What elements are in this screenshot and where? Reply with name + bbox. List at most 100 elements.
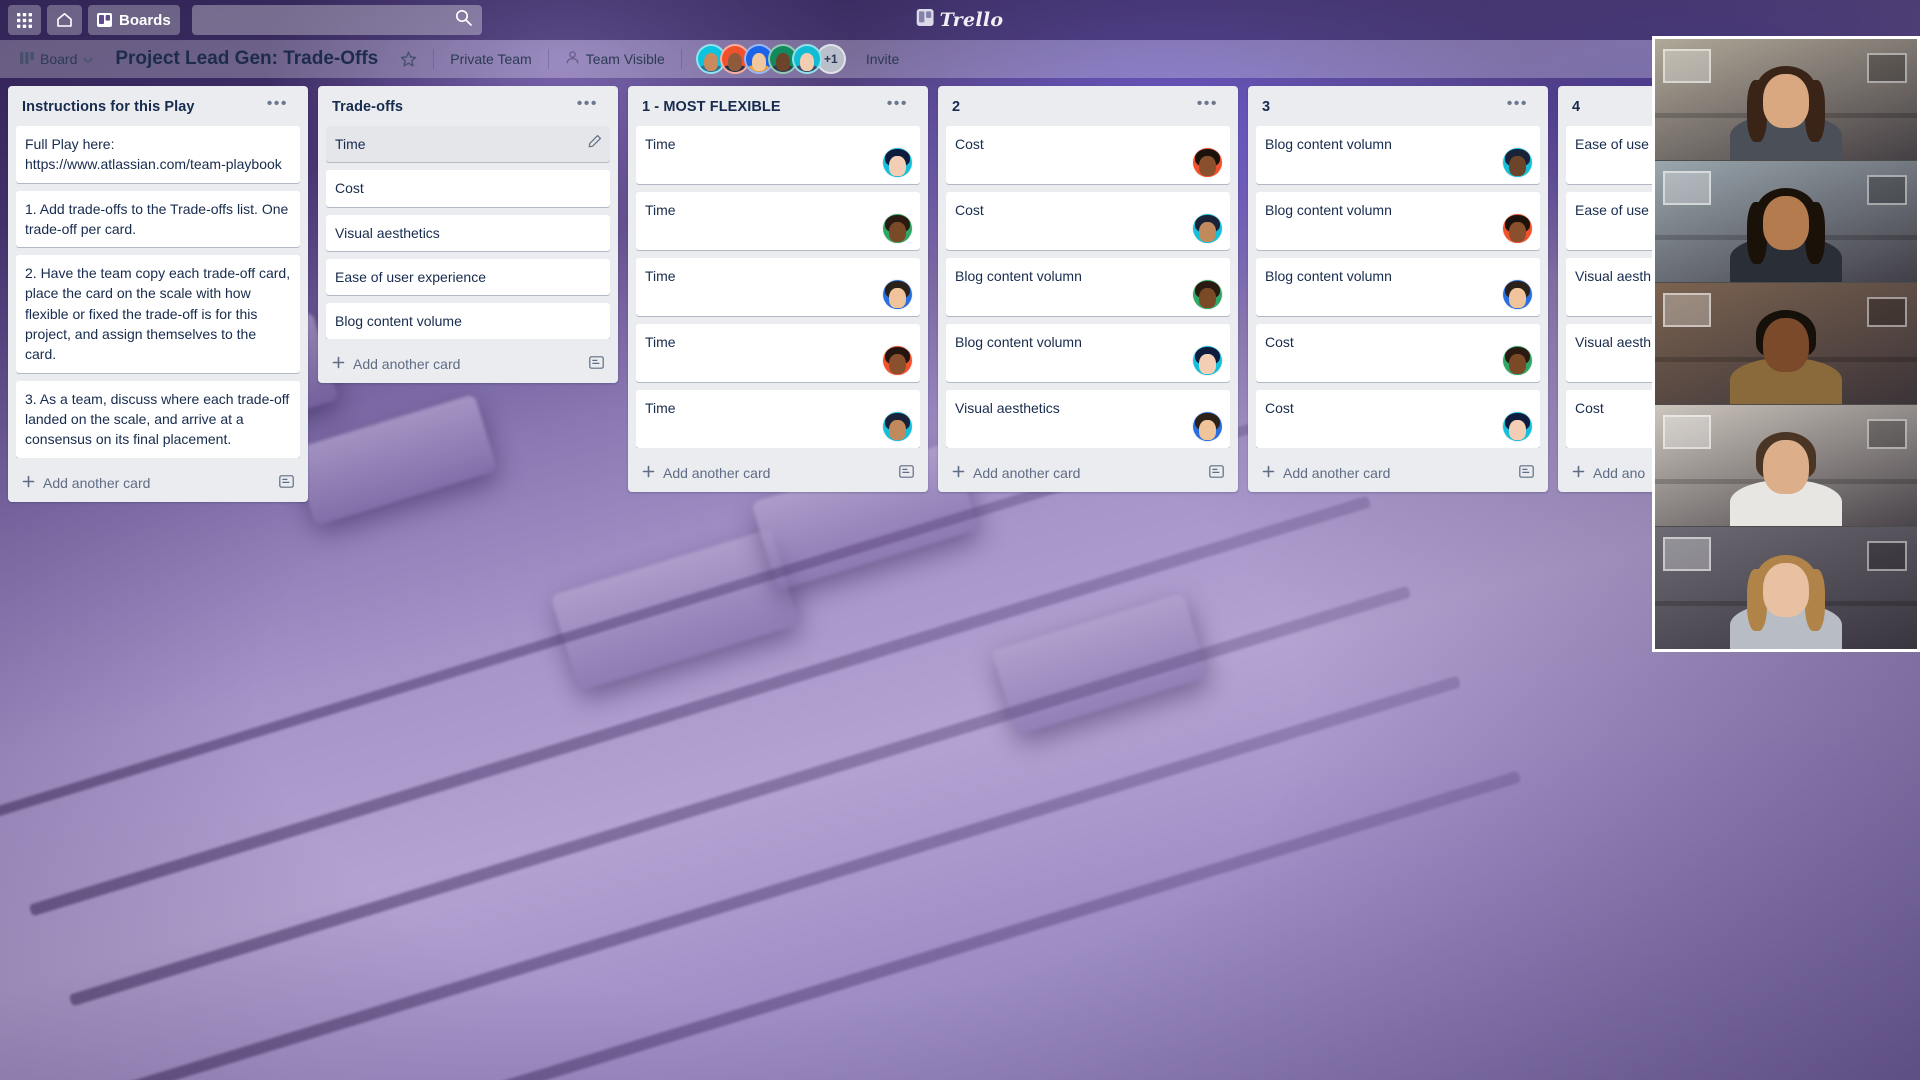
team-privacy-label[interactable]: Private Team	[440, 45, 541, 73]
add-another-card-button[interactable]: Add another card	[1256, 456, 1540, 488]
avatar-teal-dark-hair[interactable]	[883, 148, 912, 177]
card-title: 3. As a team, discuss where each trade-o…	[25, 390, 290, 448]
search-icon[interactable]	[455, 9, 472, 31]
avatar-teal-dark-hair[interactable]	[1193, 346, 1222, 375]
list-menu-icon[interactable]: •••	[881, 96, 914, 116]
avatar-teal-dark-hair[interactable]	[1503, 412, 1532, 441]
trello-logo[interactable]: Trello	[916, 0, 1004, 40]
list-title[interactable]: 3	[1262, 99, 1270, 115]
template-card-icon[interactable]	[589, 356, 604, 372]
card[interactable]: Cost	[1256, 324, 1540, 382]
list-title[interactable]: Instructions for this Play	[22, 99, 195, 115]
avatar-orange-dark-skin[interactable]	[1503, 214, 1532, 243]
add-another-card-label: Add another card	[43, 474, 151, 491]
card[interactable]: Visual aesthetics	[946, 390, 1230, 448]
add-another-card-button[interactable]: Add another card	[636, 456, 920, 488]
card[interactable]: Time	[326, 126, 610, 163]
avatar-teal-beard[interactable]	[883, 412, 912, 441]
list-menu-icon[interactable]: •••	[1191, 96, 1224, 116]
star-icon[interactable]	[390, 45, 427, 73]
avatar-teal-beard[interactable]	[1503, 148, 1532, 177]
avatar-orange-dark-skin[interactable]	[883, 346, 912, 375]
card[interactable]: Blog content volumn	[1256, 126, 1540, 184]
list-title[interactable]: 2	[952, 99, 960, 115]
participant-figure	[1730, 186, 1842, 282]
card[interactable]: Visual aesthetics	[326, 214, 610, 251]
card[interactable]: Cost	[326, 170, 610, 207]
card[interactable]: Time	[636, 258, 920, 316]
card[interactable]: Cost	[946, 192, 1230, 250]
card-title: Time	[645, 400, 676, 416]
board-lists-canvas: Instructions for this Play ••• Full Play h…	[0, 78, 1920, 1080]
board-visibility-button[interactable]: Team Visible	[555, 45, 675, 73]
template-card-icon[interactable]	[279, 474, 294, 491]
card[interactable]: Blog content volumn	[946, 258, 1230, 316]
avatar-orange-dark-skin[interactable]	[1193, 148, 1222, 177]
video-tile-1[interactable]	[1655, 39, 1917, 161]
avatar-teal-beard[interactable]	[1193, 214, 1222, 243]
card-container: Time Time Time Time Time	[636, 126, 920, 448]
avatar-blue-short-hair[interactable]	[1193, 412, 1222, 441]
list-menu-icon[interactable]: •••	[571, 96, 604, 116]
list-title[interactable]: 1 - MOST FLEXIBLE	[642, 99, 781, 115]
participant-figure	[1730, 553, 1842, 649]
page-title[interactable]: Project Lead Gen: Trade-Offs	[103, 48, 390, 70]
template-card-icon[interactable]	[1209, 465, 1224, 481]
card[interactable]: 2. Have the team copy each trade-off car…	[16, 255, 300, 373]
avatar[interactable]	[791, 44, 822, 74]
template-card-icon[interactable]	[899, 465, 914, 481]
video-tile-5[interactable]	[1655, 527, 1917, 649]
top-navigation-bar: Boards Trello	[0, 0, 1920, 40]
plus-icon	[642, 465, 655, 481]
wall-picture	[1663, 537, 1711, 571]
card-title: Cost	[335, 180, 364, 197]
board-switcher-button[interactable]: Board	[10, 45, 103, 73]
list-title[interactable]: 4	[1572, 99, 1580, 115]
card[interactable]: 1. Add trade-offs to the Trade-offs list…	[16, 190, 300, 248]
video-tile-3[interactable]	[1655, 283, 1917, 405]
add-another-card-button[interactable]: Add another card	[946, 456, 1230, 488]
card[interactable]: Cost	[1256, 390, 1540, 448]
search-box[interactable]	[191, 5, 482, 35]
avatar-green-curly[interactable]	[1193, 280, 1222, 309]
boards-button[interactable]: Boards	[88, 5, 180, 35]
list-menu-icon[interactable]: •••	[1501, 96, 1534, 116]
search-input[interactable]	[201, 12, 455, 28]
card[interactable]: Blog content volumn	[1256, 192, 1540, 250]
trello-logo-text: Trello	[939, 9, 1004, 31]
card[interactable]: Blog content volume	[326, 303, 610, 340]
video-tile-4[interactable]	[1655, 405, 1917, 527]
apps-grid-icon[interactable]	[8, 5, 41, 35]
list-instructions: Instructions for this Play ••• Full Play h…	[8, 86, 308, 502]
card[interactable]: Time	[636, 324, 920, 382]
add-another-card-button[interactable]: Add another card	[326, 347, 610, 379]
card[interactable]: 3. As a team, discuss where each trade-o…	[16, 380, 300, 458]
avatar-green-curly[interactable]	[1503, 346, 1532, 375]
list-menu-icon[interactable]: •••	[261, 96, 294, 116]
avatar-face	[1193, 412, 1222, 441]
card[interactable]: Time	[636, 126, 920, 184]
card[interactable]: Time	[636, 390, 920, 448]
avatar-face	[883, 280, 912, 309]
edit-pencil-icon[interactable]	[588, 133, 602, 153]
avatar-blue-short-hair[interactable]	[883, 280, 912, 309]
card[interactable]: Full Play here: https://www.atlassian.co…	[16, 126, 300, 183]
avatar-green-curly[interactable]	[883, 214, 912, 243]
add-another-card-button[interactable]: Add another card	[16, 466, 300, 498]
list-scale-2: 2 ••• Cost Cost Blog content volumn Blog cont…	[938, 86, 1238, 492]
card[interactable]: Time	[636, 192, 920, 250]
chevron-down-icon	[83, 51, 94, 67]
card[interactable]: Ease of user experience	[326, 258, 610, 296]
home-icon[interactable]	[47, 5, 82, 35]
avatar-blue-short-hair[interactable]	[1503, 280, 1532, 309]
video-tile-2[interactable]	[1655, 161, 1917, 283]
avatar-face	[883, 148, 912, 177]
invite-button[interactable]: Invite	[856, 45, 909, 73]
card[interactable]: Blog content volumn	[1256, 258, 1540, 316]
card[interactable]: Blog content volumn	[946, 324, 1230, 382]
card-title: Cost	[1265, 400, 1294, 416]
list-title[interactable]: Trade-offs	[332, 99, 403, 115]
card-title: Blog content volumn	[955, 268, 1082, 284]
card[interactable]: Cost	[946, 126, 1230, 184]
template-card-icon[interactable]	[1519, 465, 1534, 481]
